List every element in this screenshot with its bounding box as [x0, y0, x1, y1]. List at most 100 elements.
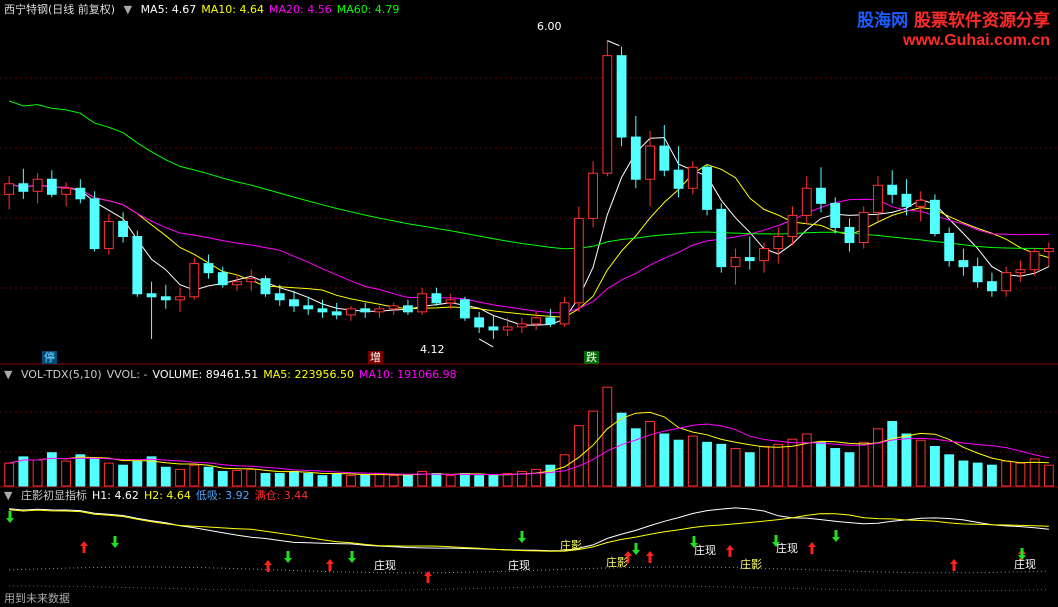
candle-body: [873, 184, 883, 213]
green-down-arrow-icon: [111, 536, 119, 548]
h2-line: [9, 509, 1049, 552]
candle-body: [716, 208, 727, 268]
volume-bar: [630, 428, 641, 487]
candle-body: [103, 220, 114, 250]
candle-body: [616, 55, 627, 138]
candle-body: [958, 260, 969, 268]
volume-bar: [930, 445, 940, 487]
volume-bar: [1043, 464, 1054, 487]
watermark-logo: 股海网 股票软件资源分享 www.Guhai.com.cn: [834, 4, 1054, 58]
candle-body: [246, 278, 257, 283]
volume-bar: [175, 468, 185, 487]
volume-bar: [374, 473, 385, 487]
volume-bar: [844, 452, 855, 487]
candle-body: [858, 211, 869, 244]
candle-body: [787, 214, 798, 238]
volume-bar: [75, 454, 86, 487]
indicator-label-3: 低吸: 3.92: [195, 489, 250, 502]
candle-body: [331, 311, 342, 316]
red-up-arrow-icon: [646, 551, 654, 563]
volume-bar: [203, 466, 214, 487]
candle-body: [203, 263, 214, 274]
volume-bar: [830, 448, 841, 487]
volume-bar: [744, 452, 755, 487]
volume-bar: [645, 421, 655, 487]
mancang-line: [9, 585, 1049, 592]
candle-body: [602, 55, 613, 174]
candle-body: [388, 305, 399, 310]
candle-body: [531, 317, 542, 325]
price-annotations: [478, 40, 620, 348]
volume-bar: [132, 460, 143, 487]
candle-body: [360, 308, 371, 313]
volume-bar: [702, 441, 712, 487]
candle-body: [189, 263, 200, 298]
volume-bar: [217, 470, 228, 487]
volume-bar: [103, 462, 114, 487]
mark-zhuangying: 庄影: [560, 539, 582, 552]
candle-body: [132, 236, 143, 295]
green-down-arrow-icon: [832, 530, 840, 542]
candle-body: [759, 248, 769, 262]
stock-title[interactable]: 西宁特钢(日线 前复权): [4, 3, 115, 16]
ma20-line: [8, 183, 1049, 314]
volume-label-group: VOL-TDX(5,10) VVOL: - VOLUME: 89461.51 MA5:…: [21, 368, 462, 381]
candle-body: [89, 198, 100, 250]
candle-body: [474, 317, 485, 328]
candle-body: [588, 172, 599, 219]
candle-body: [217, 272, 228, 286]
candle-body: [146, 293, 157, 298]
red-up-arrow-icon: [950, 559, 958, 571]
candle-body: [559, 302, 570, 325]
candle-body: [32, 178, 43, 192]
volume-bar: [61, 460, 72, 487]
candle-body: [915, 199, 926, 207]
candle-body: [702, 166, 712, 210]
chevron-down-icon[interactable]: ▼: [124, 3, 132, 16]
chevron-down-icon[interactable]: ▼: [4, 489, 12, 502]
candle-body: [801, 187, 812, 216]
candle-body: [502, 326, 513, 331]
moving-average-lines: [8, 100, 1050, 326]
candle-body: [232, 281, 242, 286]
candle-body: [887, 184, 898, 195]
candle-body: [346, 308, 356, 316]
candle-body: [118, 220, 128, 238]
candle-body: [160, 296, 171, 301]
volume-bar: [616, 412, 627, 487]
high-price-label: 6.00: [537, 20, 562, 33]
candle-body: [930, 199, 940, 234]
volume-bar: [986, 464, 997, 487]
watermark-url: www.Guhai.com.cn: [903, 32, 1050, 49]
volume-bar: [445, 475, 456, 487]
ma-label-3: MA60: 4.79: [336, 3, 400, 16]
volume-bar: [160, 466, 171, 487]
volume-bar: [687, 435, 698, 487]
chevron-down-icon[interactable]: ▼: [4, 368, 12, 381]
candle-body: [317, 308, 328, 313]
candle-body: [274, 293, 285, 301]
candle-body: [445, 299, 456, 304]
candle-body: [744, 257, 755, 262]
watermark-brand: 股海网: [857, 11, 909, 31]
candle-body: [901, 193, 912, 207]
volume-bar: [18, 456, 29, 487]
kline-chart[interactable]: [0, 0, 1058, 607]
red-up-arrow-icon: [726, 545, 734, 557]
red-up-arrow-icon: [264, 560, 272, 572]
volume-bar: [730, 448, 741, 487]
candle-body: [687, 166, 698, 189]
mark-zhuangying: 庄影: [740, 558, 762, 571]
indicator-panel-header: ▼ 庄影初显指标 H1: 4.62 H2: 4.64 低吸: 3.92 满仓: 3.44: [4, 489, 318, 503]
low-price-label: 4.12: [420, 343, 445, 356]
mark-zhuangxian: 庄现: [508, 559, 530, 572]
candle-body: [1029, 251, 1040, 271]
ma-label-2: MA20: 4.56: [269, 3, 332, 16]
volume-bar: [89, 458, 100, 487]
volume-bar: [260, 473, 271, 487]
volume-panel-header: ▼ VOL-TDX(5,10) VVOL: - VOLUME: 89461.51 MA…: [4, 368, 467, 382]
signal-badge-increase: 增: [368, 351, 383, 364]
volume-bars: [4, 386, 1054, 487]
volume-bar: [531, 468, 542, 487]
candle-body: [61, 187, 72, 195]
